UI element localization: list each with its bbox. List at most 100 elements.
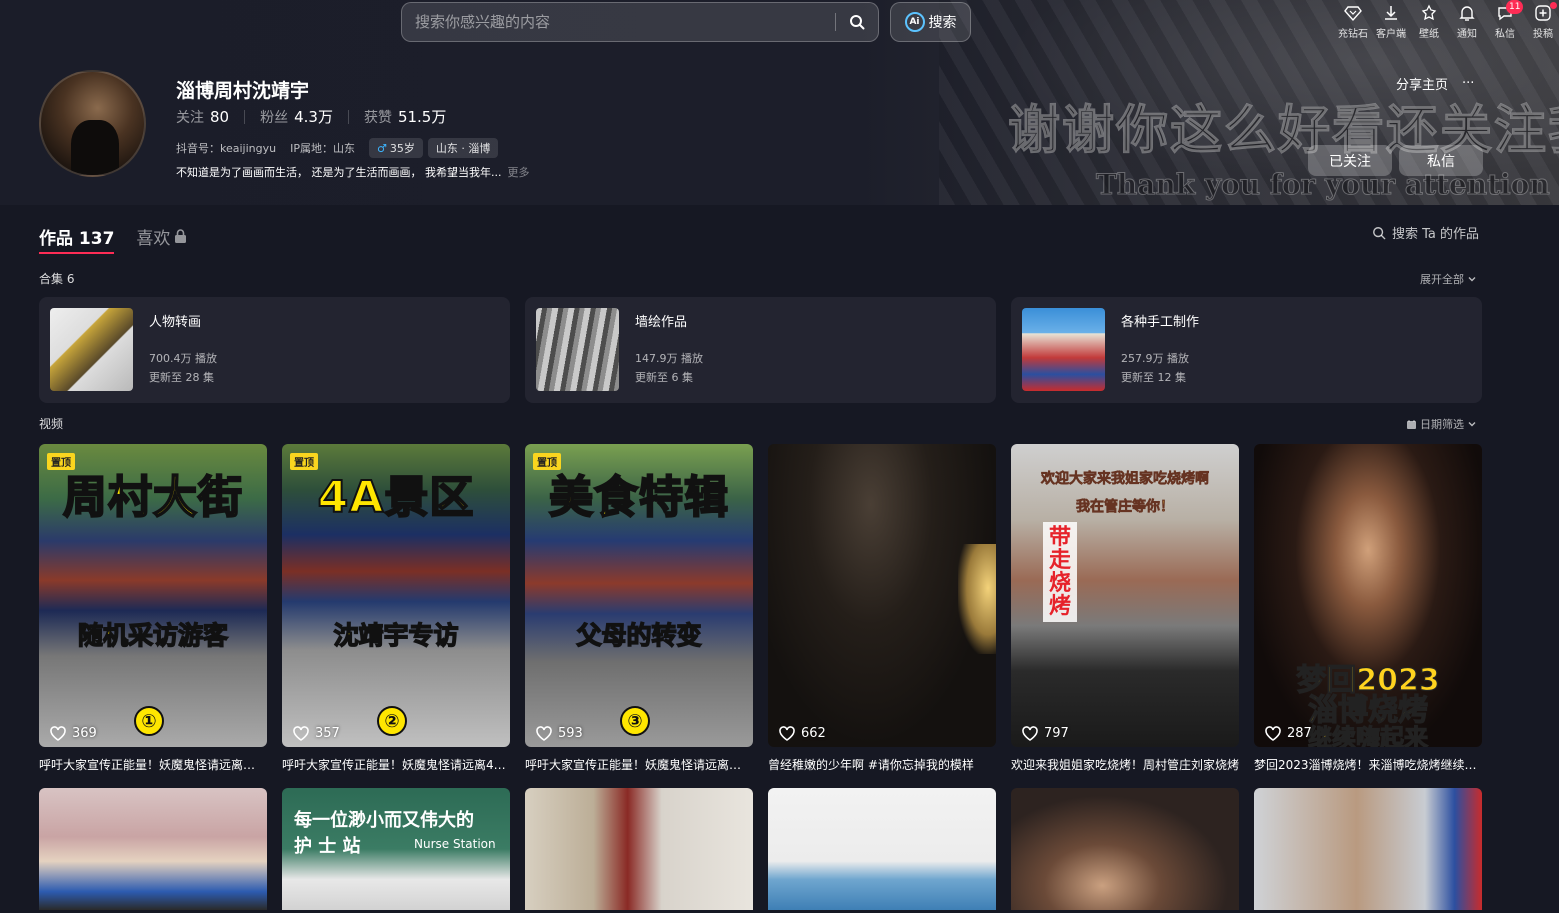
tool-client[interactable]: 客户端 <box>1372 4 1410 40</box>
avatar[interactable] <box>39 70 146 177</box>
followed-button[interactable]: 已关注 <box>1308 145 1392 176</box>
pinned-badge: 置顶 <box>290 453 318 470</box>
video-card[interactable] <box>768 788 996 910</box>
video-grid: 置顶 周村大街 随机采访游客 ① 369 呼吁大家宣传正能量！妖魔鬼怪请远离周村… <box>39 444 1482 910</box>
video-likes: 287 <box>1265 726 1312 741</box>
video-card[interactable] <box>525 788 753 910</box>
video-card[interactable]: 欢迎大家来我姐家吃烧烤啊 我在管庄等你！ 带走烧烤 797 欢迎来我姐姐家吃烧烤… <box>1011 444 1239 773</box>
expand-all-button[interactable]: 展开全部 <box>1420 271 1477 287</box>
likes-count: 287 <box>1287 726 1312 741</box>
lamp-glow <box>958 544 996 654</box>
video-caption: 梦回2023淄博烧烤！来淄博吃烧烤继续嗨起来 <box>1254 758 1482 772</box>
overlay-title: 美食特辑 <box>548 472 729 523</box>
heart-icon <box>536 726 552 741</box>
video-likes: 357 <box>293 726 340 741</box>
collection-plays: 257.9万 播放 <box>1121 352 1189 365</box>
collection-title: 各种手工制作 <box>1121 315 1200 330</box>
video-card[interactable] <box>1254 788 1482 910</box>
search-button[interactable] <box>842 7 872 37</box>
tool-notifications[interactable]: 通知 <box>1448 4 1486 40</box>
collection-card[interactable]: 各种手工制作 257.9万 播放 更新至 12 集 <box>1011 297 1482 403</box>
collection-title: 墙绘作品 <box>635 315 688 330</box>
more-options-icon[interactable]: ··· <box>1462 76 1474 91</box>
video-thumbnail <box>39 788 267 910</box>
video-caption: 欢迎来我姐姐家吃烧烤！周村管庄刘家烧烤 <box>1011 758 1239 772</box>
video-thumbnail: 梦回2023 淄博烧烤 继续嗨起来 287 <box>1254 444 1482 747</box>
expand-all-label: 展开全部 <box>1420 273 1464 286</box>
tab-works[interactable]: 作品 137 <box>39 218 115 254</box>
video-thumbnail <box>768 788 996 910</box>
collection-card[interactable]: 人物转画 700.4万 播放 更新至 28 集 <box>39 297 510 403</box>
followers-label[interactable]: 粉丝 <box>260 107 288 127</box>
top-tools: 充钻石 客户端 壁纸 通知 11 私信 投稿 <box>1334 0 1559 40</box>
share-row: 分享主页 ··· <box>1396 74 1474 93</box>
overlay-subtitle: 随机采访游客 <box>77 620 228 650</box>
video-card[interactable]: 置顶 美食特辑 父母的转变 ③ 593 呼吁大家宣传正能量！妖魔鬼怪请远离美食特… <box>525 444 753 773</box>
videos-title: 视频 <box>39 417 64 431</box>
lock-icon <box>175 228 187 243</box>
overlay-text-en: Nurse Station <box>414 837 496 851</box>
collection-update: 更新至 12 集 <box>1121 371 1186 384</box>
video-thumbnail: 662 <box>768 444 996 747</box>
video-card[interactable] <box>39 788 267 910</box>
tool-label: 投稿 <box>1533 29 1553 40</box>
date-filter-button[interactable]: 日期筛选 <box>1406 416 1477 432</box>
profile-name: 淄博周村沈靖宇 <box>176 80 310 102</box>
message-button[interactable]: 私信 <box>1399 145 1483 176</box>
collection-plays: 700.4万 播放 <box>149 352 217 365</box>
video-card[interactable]: 662 曾经稚嫩的少年啊 #请你忘掉我的模样 <box>768 444 996 773</box>
overlay-number: ③ <box>620 706 650 736</box>
overlay-number: ① <box>134 706 164 736</box>
likes-count: 51.5万 <box>397 108 447 126</box>
tool-label: 客户端 <box>1376 29 1406 40</box>
bell-icon <box>1459 6 1475 21</box>
ai-icon: Ai <box>904 12 925 32</box>
tool-upload[interactable]: 投稿 <box>1524 2 1559 40</box>
collection-thumbnail <box>536 308 619 391</box>
video-card[interactable]: 置顶 周村大街 随机采访游客 ① 369 呼吁大家宣传正能量！妖魔鬼怪请远离周村… <box>39 444 267 773</box>
message-count-badge: 11 <box>1506 0 1524 14</box>
search-input[interactable] <box>402 3 835 41</box>
tool-wallpaper[interactable]: 壁纸 <box>1410 4 1448 40</box>
tool-messages[interactable]: 11 私信 <box>1486 0 1524 40</box>
overlay-title: 周村大街 <box>62 472 243 523</box>
tool-recharge[interactable]: 充钻石 <box>1334 4 1372 40</box>
search-divider <box>835 13 836 31</box>
overlay-subtitle: 父母的转变 <box>576 620 702 650</box>
search-works-button[interactable]: 搜索 Ta 的作品 <box>1372 223 1479 242</box>
wallpaper-icon <box>1421 4 1437 21</box>
ai-search-button[interactable]: Ai 搜索 <box>890 2 971 42</box>
video-thumbnail: 每一位渺小而又伟大的 护 士 站 Nurse Station <box>282 788 510 910</box>
overlay-text-2: 护 士 站 <box>294 836 361 857</box>
ai-search-label: 搜索 <box>928 15 957 31</box>
video-card[interactable]: 梦回2023 淄博烧烤 继续嗨起来 287 梦回2023淄博烧烤！来淄博吃烧烤继… <box>1254 444 1482 773</box>
profile-bio: 不知道是为了画画而生活， 还是为了生活而画画， 我希望当我年... 更多 <box>176 164 529 180</box>
following-count[interactable]: 80 <box>210 108 229 126</box>
share-profile-button[interactable]: 分享主页 <box>1396 74 1448 93</box>
likes-count: 369 <box>72 726 97 741</box>
video-card[interactable]: 每一位渺小而又伟大的 护 士 站 Nurse Station <box>282 788 510 910</box>
video-thumbnail: 置顶 美食特辑 父母的转变 ③ 593 <box>525 444 753 747</box>
pinned-badge: 置顶 <box>47 453 75 470</box>
tool-label: 充钻石 <box>1338 29 1368 40</box>
tool-label: 通知 <box>1457 29 1477 40</box>
video-card[interactable]: 置顶 4A景区 沈靖宇专访 ② 357 呼吁大家宣传正能量！妖魔鬼怪请远离4A景… <box>282 444 510 773</box>
likes-label: 获赞 <box>363 109 392 126</box>
collection-title: 人物转画 <box>149 315 202 330</box>
tool-label: 私信 <box>1495 29 1515 40</box>
tab-likes[interactable]: 喜欢 <box>136 218 187 254</box>
video-card[interactable] <box>1011 788 1239 910</box>
followers-count[interactable]: 4.3万 <box>294 106 333 127</box>
chevron-down-icon <box>1468 277 1476 282</box>
video-thumbnail <box>525 788 753 910</box>
tab-likes-label: 喜欢 <box>136 228 171 249</box>
overlay-dream-line1: 梦回2023 <box>1296 663 1441 698</box>
collections-row: 人物转画 700.4万 播放 更新至 28 集 墙绘作品 147.9万 播放 更… <box>39 297 1482 403</box>
following-label[interactable]: 关注 <box>176 107 204 127</box>
video-likes: 369 <box>50 726 97 741</box>
collections-title: 合集 6 <box>39 272 75 286</box>
likes-count: 662 <box>801 726 826 741</box>
collection-plays: 147.9万 播放 <box>635 352 703 365</box>
bio-more-link[interactable]: 更多 <box>507 166 529 179</box>
collection-card[interactable]: 墙绘作品 147.9万 播放 更新至 6 集 <box>525 297 996 403</box>
